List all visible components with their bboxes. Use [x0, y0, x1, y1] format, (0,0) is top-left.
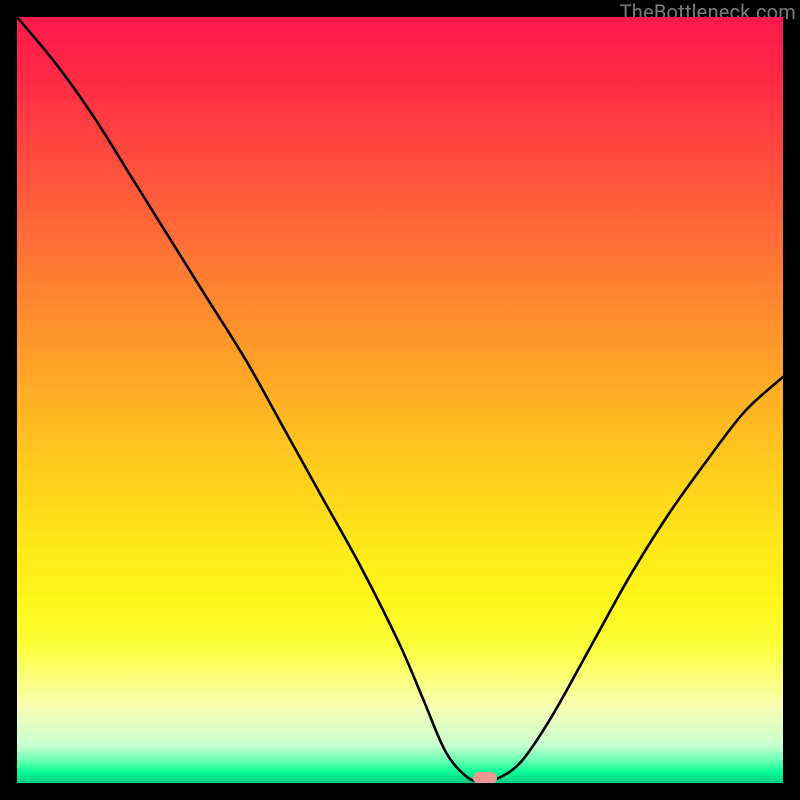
chart-frame: TheBottleneck.com: [0, 0, 800, 800]
plot-area: [17, 17, 783, 783]
bottleneck-curve: [17, 17, 783, 783]
optimal-point-marker: [473, 772, 497, 783]
